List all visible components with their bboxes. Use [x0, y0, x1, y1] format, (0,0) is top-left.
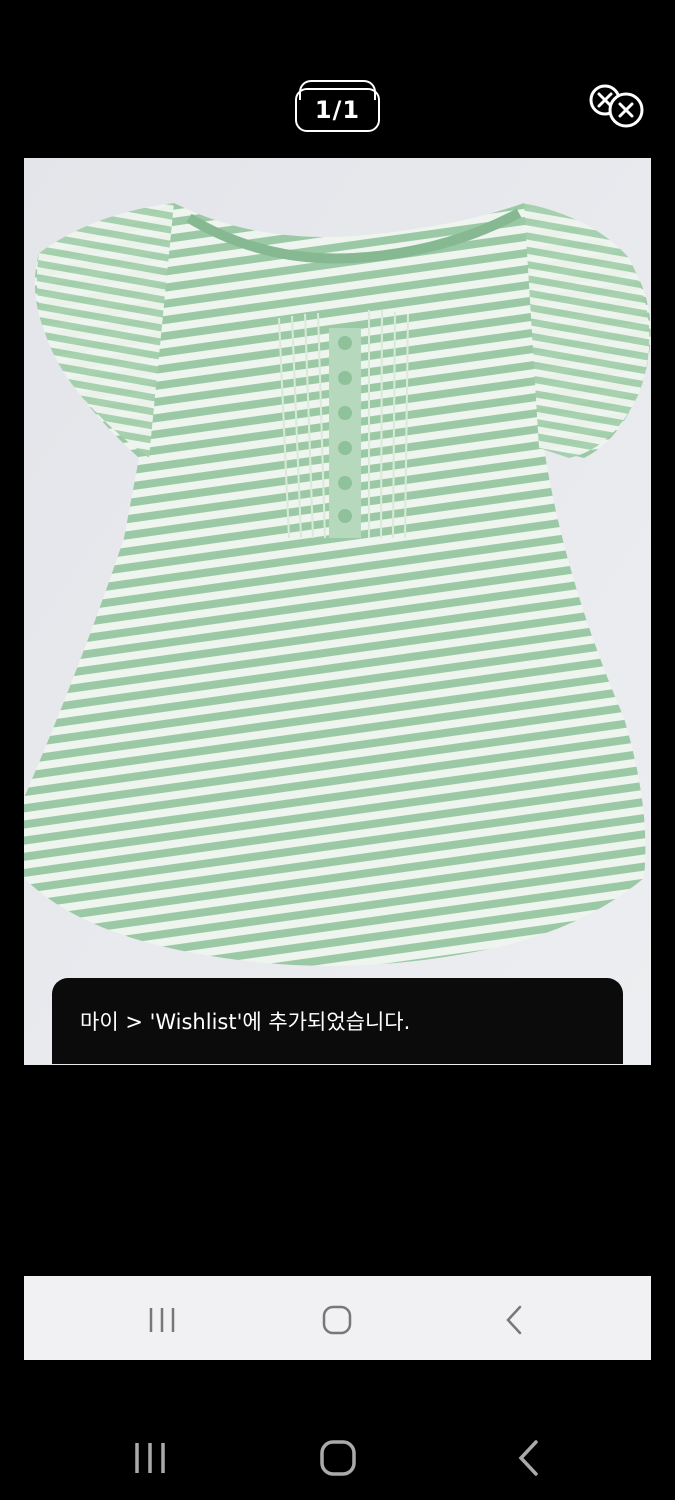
recents-icon — [135, 1443, 165, 1473]
system-back-button[interactable] — [498, 1434, 558, 1482]
system-home-button[interactable] — [308, 1434, 368, 1482]
inner-recents-button[interactable] — [134, 1298, 190, 1342]
back-icon — [518, 1440, 538, 1476]
striped-blouse-image — [24, 158, 651, 1065]
system-recents-button[interactable] — [120, 1434, 180, 1482]
system-navigation-bar — [0, 1418, 675, 1498]
back-icon — [506, 1305, 522, 1335]
home-icon — [320, 1440, 356, 1476]
close-button[interactable] — [586, 82, 648, 132]
inner-home-button[interactable] — [309, 1298, 365, 1342]
product-photo[interactable] — [24, 158, 651, 1065]
inner-navigation-bar — [24, 1276, 651, 1360]
toast-message: 마이 > 'Wishlist'에 추가되었습니다. — [80, 1010, 411, 1034]
recents-icon — [149, 1308, 175, 1332]
close-icon — [589, 84, 644, 128]
inner-back-button[interactable] — [486, 1298, 542, 1342]
image-counter: 1/1 — [295, 88, 380, 132]
home-icon — [322, 1305, 352, 1335]
wishlist-toast: 마이 > 'Wishlist'에 추가되었습니다. — [52, 978, 623, 1064]
